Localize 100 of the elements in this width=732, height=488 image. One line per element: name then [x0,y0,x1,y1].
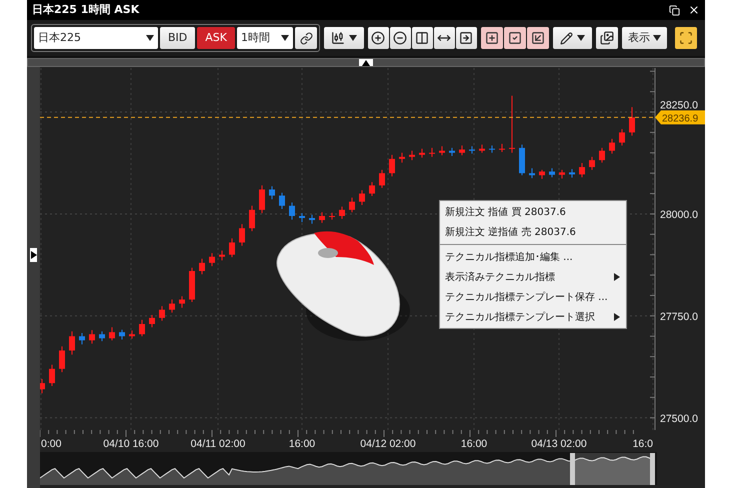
fit-width-button[interactable] [434,27,455,49]
candlestick [179,296,185,308]
zoom-out-button[interactable] [390,27,411,49]
candlestick [79,332,85,345]
candlestick [559,169,565,179]
caret-icon [577,35,585,41]
link-button[interactable] [295,27,317,49]
ref-line-label: 28236.9 [662,113,699,124]
candlestick [59,346,65,373]
candlestick [509,95,515,154]
zoom-out-icon [393,31,408,45]
caret-icon [281,35,289,41]
candlestick [499,143,505,152]
candlestick [399,152,405,164]
candlestick [369,182,375,196]
candlestick [629,106,635,136]
candlestick [339,206,345,220]
candlestick [479,144,485,154]
link-icon [300,32,312,44]
window-title: 日本225 1時間 ASK [32,2,140,18]
candlestick-icon [330,31,345,45]
context-menu-item[interactable]: 表示済みテクニカル指標 [440,267,626,287]
move-drawing-button[interactable] [526,27,549,49]
time-axis-label: 04/13 02:00 [531,438,587,450]
collapse-handle[interactable] [359,59,373,66]
candlestick [469,146,475,154]
candlestick [309,214,315,224]
restore-icon[interactable] [669,4,680,16]
price-axis-label: 28000.0 [660,208,698,221]
check-square-icon [508,31,522,45]
context-menu-item[interactable]: テクニカル指標テンプレート選択 [440,307,626,327]
time-axis-label: 16:00 [460,438,488,450]
candlestick [40,378,45,394]
navigator-drawing[interactable] [40,452,657,485]
candlestick [359,190,365,206]
caret-icon [146,35,154,41]
context-menu-item[interactable]: テクニカル指標追加･編集 ... [440,247,626,267]
zoom-in-button[interactable] [368,27,389,49]
check-drawing-button[interactable] [504,27,526,49]
images-icon [600,31,614,45]
display-button[interactable]: 表示 [622,27,668,49]
candlestick [579,162,585,178]
candlestick [289,202,295,220]
candlestick [379,169,385,188]
candlestick [229,238,235,258]
current-price-tag: 28236.9 [655,110,705,124]
price-axis-label: 27750.0 [660,310,698,323]
candlestick [589,156,595,170]
time-axis-label: 16:0 [632,438,653,450]
time-axis-label: 16:00 [288,438,316,450]
submenu-arrow-icon [614,313,620,321]
candlestick [159,306,165,322]
candlestick [409,150,415,161]
candlestick [539,169,545,180]
candlestick [249,205,255,232]
columns-icon [415,31,430,45]
price-axis-label: 27500.0 [660,412,698,425]
images-button[interactable] [596,27,618,49]
time-axis-label: 0:00 [41,438,62,450]
arrow-square-icon [459,31,474,45]
price-axis-label: 28250.0 [660,99,698,112]
pen-button[interactable] [552,27,592,49]
candlestick [549,168,555,178]
candlestick [349,197,355,213]
expand-handle[interactable] [30,248,37,262]
candlestick [519,144,525,176]
candlestick [419,148,425,158]
candlestick [429,147,435,158]
candlestick [439,146,445,156]
add-drawing-button[interactable] [480,27,503,49]
candlestick [219,250,225,261]
time-axis-label: 04/11 02:00 [190,438,246,450]
side-tab[interactable]: ASK [197,27,235,49]
candlestick [569,168,575,178]
close-icon[interactable] [688,4,700,16]
candlestick [609,138,615,154]
time-axis-label: 04/12 02:00 [360,438,416,450]
candlestick [109,326,115,341]
chart-type-button[interactable] [324,27,364,49]
layout-button[interactable] [675,27,697,49]
candlestick [319,212,325,224]
scroll-end-button[interactable] [456,27,477,49]
context-menu-item[interactable]: テクニカル指標テンプレート保存 ... [440,287,626,307]
arrow-square-icon [530,31,545,45]
caret-icon [30,251,36,259]
candlestick [449,147,455,157]
candlestick [209,252,215,267]
submenu-arrow-icon [614,273,620,281]
context-menu-item[interactable]: 新規注文 逆指値 売 28037.6 [440,222,626,242]
time-axis-label: 04/10 16:00 [103,438,159,450]
candlestick [269,186,275,200]
columns-button[interactable] [412,27,433,49]
interval-select[interactable]: 1時間 [237,27,293,49]
symbol-select[interactable]: 日本225 [34,27,158,49]
candlestick [99,330,105,342]
side-tab[interactable]: BID [160,27,196,49]
context-menu-item[interactable]: 新規注文 指値 買 28037.6 [440,202,626,222]
candlestick [199,258,205,275]
candlestick [489,144,495,154]
zoom-in-icon [371,31,386,45]
